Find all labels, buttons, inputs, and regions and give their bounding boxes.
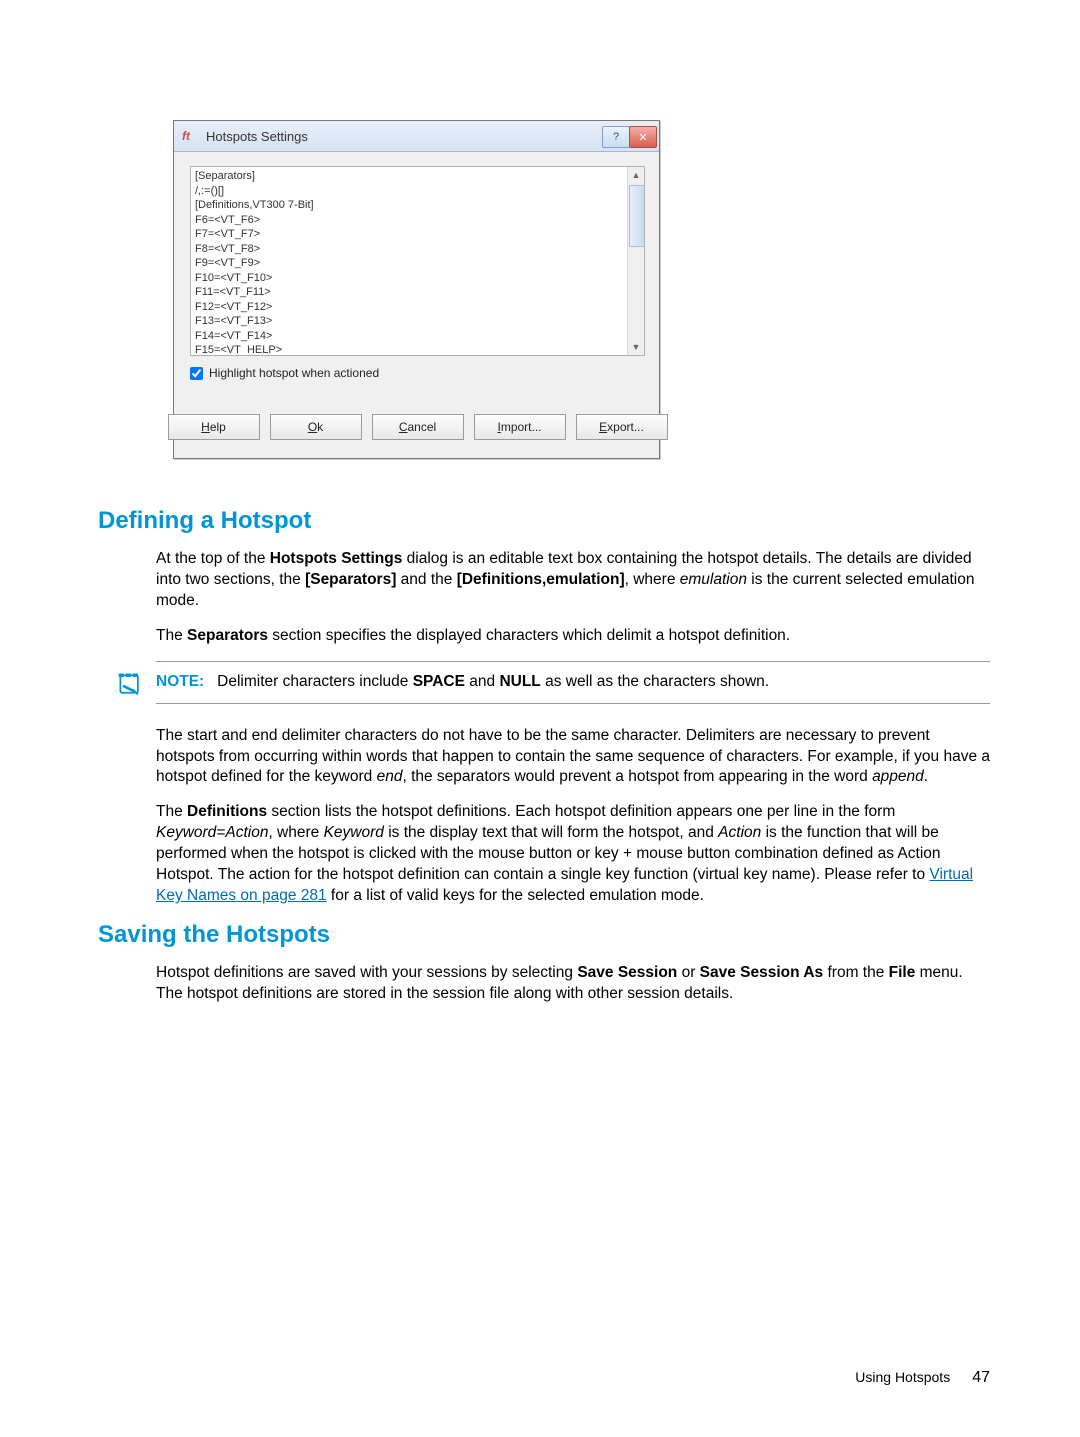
scroll-thumb[interactable]: [629, 185, 645, 247]
highlight-checkbox-row[interactable]: Highlight hotspot when actioned: [190, 366, 645, 380]
scroll-down-icon[interactable]: ▼: [628, 339, 644, 355]
svg-text:ft: ft: [182, 129, 191, 143]
text-bold: [Definitions,emulation]: [457, 571, 625, 588]
help-icon[interactable]: ?: [602, 126, 630, 148]
highlight-checkbox[interactable]: [190, 367, 203, 380]
heading-saving-hotspots: Saving the Hotspots: [98, 921, 990, 949]
text-bold: Separators: [187, 627, 268, 644]
hotspots-settings-dialog: ft Hotspots Settings ? ✕ [Separators] /,…: [173, 120, 660, 459]
text: section lists the hotspot definitions. E…: [267, 803, 895, 820]
text: The: [156, 627, 187, 644]
text: .: [924, 768, 928, 785]
vertical-scrollbar[interactable]: ▲ ▼: [627, 167, 644, 355]
import-button[interactable]: Import...: [474, 414, 566, 440]
text-bold: Save Session As: [700, 964, 824, 981]
text: from the: [823, 964, 888, 981]
text: , where: [625, 571, 680, 588]
dialog-title: Hotspots Settings: [206, 129, 603, 144]
help-button[interactable]: Help: [168, 414, 260, 440]
paragraph: At the top of the Hotspots Settings dial…: [156, 549, 990, 612]
text: The: [156, 803, 187, 820]
text-italic: Keyword=Action: [156, 824, 268, 841]
text-italic: Action: [718, 824, 761, 841]
scroll-up-icon[interactable]: ▲: [628, 167, 644, 183]
text-italic: end: [377, 768, 403, 785]
page-footer: Using Hotspots 47: [855, 1369, 990, 1387]
definitions-textarea[interactable]: [Separators] /,:=()[] [Definitions,VT300…: [190, 166, 645, 356]
page-number: 47: [972, 1369, 990, 1387]
paragraph: Hotspot definitions are saved with your …: [156, 963, 990, 1005]
dialog-body: [Separators] /,:=()[] [Definitions,VT300…: [174, 152, 659, 458]
text: , where: [268, 824, 323, 841]
text: [209, 673, 218, 690]
text-italic: Keyword: [324, 824, 384, 841]
text: and the: [396, 571, 456, 588]
window-buttons: ? ✕: [603, 126, 657, 146]
text: At the top of the: [156, 550, 270, 567]
definitions-text: [Separators] /,:=()[] [Definitions,VT300…: [195, 169, 626, 353]
text: section specifies the displayed characte…: [268, 627, 790, 644]
document-page: ft Hotspots Settings ? ✕ [Separators] /,…: [0, 0, 1080, 1437]
dialog-button-row: Help Ok Cancel Import... Export...: [190, 414, 645, 440]
text-bold: SPACE: [413, 673, 465, 690]
footer-label: Using Hotspots: [855, 1369, 950, 1385]
cancel-button[interactable]: Cancel: [372, 414, 464, 440]
text: Delimiter characters include: [217, 673, 413, 690]
text-bold: Save Session: [577, 964, 677, 981]
close-icon[interactable]: ✕: [629, 126, 657, 148]
heading-defining-hotspot: Defining a Hotspot: [98, 507, 990, 535]
text-bold: Definitions: [187, 803, 267, 820]
note-icon: [116, 670, 144, 698]
text: and: [465, 673, 499, 690]
text-bold: [Separators]: [305, 571, 396, 588]
text: for a list of valid keys for the selecte…: [327, 887, 704, 904]
text: or: [677, 964, 699, 981]
text: , the separators would prevent a hotspot…: [402, 768, 872, 785]
text-bold: File: [889, 964, 916, 981]
text: as well as the characters shown.: [541, 673, 769, 690]
text-bold: Hotspots Settings: [270, 550, 403, 567]
paragraph: The start and end delimiter characters d…: [156, 726, 990, 789]
text: is the display text that will form the h…: [384, 824, 718, 841]
ok-button[interactable]: Ok: [270, 414, 362, 440]
paragraph: The Separators section specifies the dis…: [156, 626, 990, 647]
text: Hotspot definitions are saved with your …: [156, 964, 577, 981]
highlight-checkbox-label: Highlight hotspot when actioned: [209, 366, 379, 380]
text-italic: emulation: [680, 571, 747, 588]
dialog-titlebar: ft Hotspots Settings ? ✕: [174, 121, 659, 152]
text-italic: append: [872, 768, 924, 785]
note-block: NOTE: Delimiter characters include SPACE…: [156, 661, 990, 704]
app-logo-icon: ft: [182, 127, 200, 145]
export-button[interactable]: Export...: [576, 414, 668, 440]
text-bold: NULL: [499, 673, 540, 690]
paragraph: The Definitions section lists the hotspo…: [156, 802, 990, 907]
note-label: NOTE:: [156, 673, 204, 690]
